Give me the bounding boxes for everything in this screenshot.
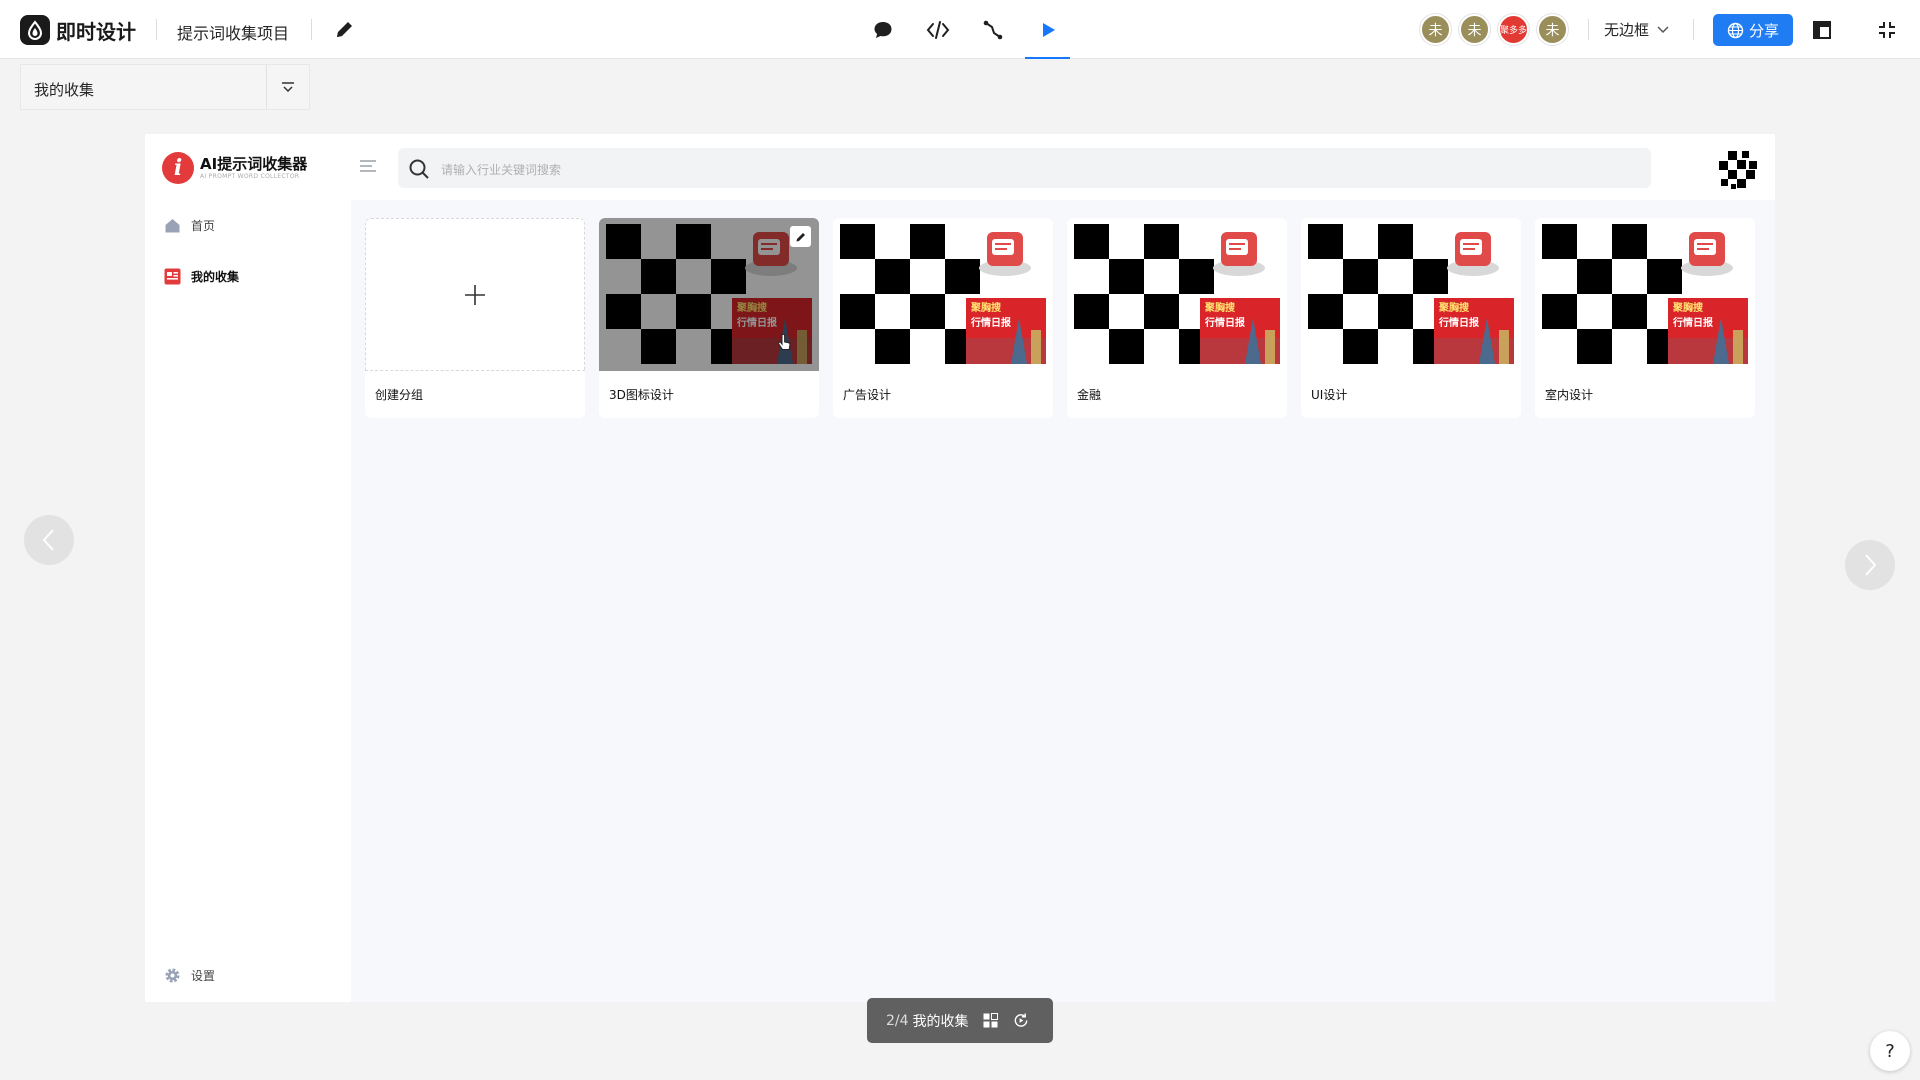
avatar[interactable]: 未 — [1537, 14, 1568, 45]
chevron-left-icon — [42, 529, 54, 551]
frame-mode-label: 无边框 — [1604, 21, 1650, 39]
top-toolbar: 即时设计 提示词收集项目 未 未 聚多多 未 无边框 分享 — [0, 0, 1920, 59]
dropdown-arrow-icon[interactable] — [281, 80, 295, 94]
brand-subtitle: AI PROMPT WORD COLLECTOR — [200, 173, 300, 180]
app-brand: i AI提示词收集器 AI PROMPT WORD COLLECTOR — [162, 152, 307, 184]
app-logo[interactable]: 即时设计 — [20, 15, 136, 45]
mode-tabs — [855, 0, 1075, 59]
nav-item-collection[interactable]: 我的收集 — [163, 267, 239, 285]
search-icon — [409, 159, 429, 179]
collaborator-avatars: 未 未 聚多多 未 — [1420, 14, 1576, 45]
svg-text:聚胸搜: 聚胸搜 — [1672, 301, 1704, 314]
help-label: ? — [1885, 1040, 1895, 1062]
plus-icon — [465, 284, 485, 305]
code-mode-icon[interactable] — [910, 0, 965, 59]
add-group-area[interactable] — [365, 218, 585, 371]
help-button[interactable]: ? — [1870, 1031, 1910, 1071]
page-title[interactable]: 我的收集 — [913, 1011, 969, 1031]
brand-title: AI提示词收集器 — [200, 155, 308, 173]
hand-cursor-icon — [778, 334, 791, 350]
svg-text:行情日报: 行情日报 — [1438, 316, 1479, 329]
prototype-frame: i AI提示词收集器 AI PROMPT WORD COLLECTOR 首页 我… — [145, 134, 1775, 1002]
divider — [156, 19, 157, 40]
card-thumbnail: 聚胸搜行情日报 — [1535, 218, 1755, 371]
info-logo-icon: i — [162, 152, 194, 184]
page-selector-label: 我的收集 — [34, 81, 95, 99]
collection-icon — [163, 267, 181, 285]
rename-pencil-icon[interactable] — [333, 19, 355, 41]
svg-text:行情日报: 行情日报 — [1204, 316, 1245, 329]
create-group-card[interactable]: 创建分组 — [365, 218, 585, 418]
preview-play-icon[interactable] — [1020, 0, 1075, 59]
collection-card[interactable]: 聚胸搜行情日报 室内设计 — [1535, 218, 1755, 418]
collection-grid: 创建分组 聚胸搜行情日报 3D图标设计 聚胸搜行情日报 广告设计 聚胸搜行情日报… — [365, 218, 1769, 418]
settings-item[interactable]: 设置 — [163, 966, 215, 984]
user-avatar-icon[interactable] — [1717, 149, 1759, 191]
avatar[interactable]: 未 — [1459, 14, 1490, 45]
app-sidebar: i AI提示词收集器 AI PROMPT WORD COLLECTOR 首页 我… — [145, 134, 351, 1002]
comment-mode-icon[interactable] — [855, 0, 910, 59]
share-label: 分享 — [1748, 21, 1779, 40]
page-navigator: 2/4 我的收集 — [867, 998, 1053, 1043]
share-button[interactable]: 分享 — [1713, 14, 1793, 46]
nav-label: 首页 — [191, 218, 216, 233]
previous-page-button[interactable] — [24, 515, 74, 565]
divider — [266, 65, 267, 109]
menu-toggle-icon[interactable] — [359, 158, 377, 176]
card-thumbnail: 聚胸搜行情日报 — [1301, 218, 1521, 371]
avatar[interactable]: 未 — [1420, 14, 1451, 45]
svg-text:聚胸搜: 聚胸搜 — [1438, 301, 1470, 314]
search-placeholder: 请输入行业关键词搜索 — [441, 163, 562, 177]
svg-text:聚胸搜: 聚胸搜 — [1204, 301, 1236, 314]
svg-text:行情日报: 行情日报 — [1672, 316, 1713, 329]
card-label: UI设计 — [1311, 388, 1348, 402]
globe-icon — [1727, 22, 1744, 38]
divider — [1588, 19, 1589, 40]
page-position: 2/4 — [886, 1012, 909, 1029]
divider — [1693, 19, 1694, 40]
layout-panel-icon[interactable] — [1812, 20, 1832, 40]
settings-label: 设置 — [191, 968, 216, 983]
edit-pencil-icon[interactable] — [790, 226, 811, 247]
card-label: 3D图标设计 — [609, 388, 674, 402]
collapse-fullscreen-icon[interactable] — [1877, 20, 1897, 40]
card-label: 室内设计 — [1545, 388, 1594, 402]
nav-label: 我的收集 — [191, 269, 240, 284]
chevron-right-icon — [1865, 554, 1877, 576]
frame-mode-dropdown[interactable]: 无边框 — [1604, 19, 1669, 40]
card-thumbnail: 聚胸搜行情日报 — [833, 218, 1053, 371]
project-name[interactable]: 提示词收集项目 — [177, 20, 289, 44]
grid-view-icon[interactable] — [983, 1013, 999, 1029]
next-page-button[interactable] — [1845, 540, 1895, 590]
collection-card[interactable]: 聚胸搜行情日报 3D图标设计 — [599, 218, 819, 418]
card-label: 广告设计 — [843, 388, 892, 402]
collection-card[interactable]: 聚胸搜行情日报 UI设计 — [1301, 218, 1521, 418]
replay-icon[interactable] — [1013, 1013, 1029, 1029]
page-selector[interactable]: 我的收集 — [20, 64, 310, 110]
nav-item-home[interactable]: 首页 — [163, 216, 215, 234]
card-label: 金融 — [1077, 388, 1102, 402]
avatar[interactable]: 聚多多 — [1498, 14, 1529, 45]
search-bar[interactable]: 请输入行业关键词搜索 — [398, 148, 1651, 188]
card-label: 创建分组 — [375, 388, 424, 402]
collection-card[interactable]: 聚胸搜行情日报 广告设计 — [833, 218, 1053, 418]
logo-icon — [20, 15, 50, 45]
app-name: 即时设计 — [56, 19, 136, 44]
collection-card[interactable]: 聚胸搜行情日报 金融 — [1067, 218, 1287, 418]
gear-icon — [163, 966, 181, 984]
divider — [311, 19, 312, 40]
svg-text:聚胸搜: 聚胸搜 — [970, 301, 1002, 314]
card-thumbnail: 聚胸搜行情日报 — [1067, 218, 1287, 371]
svg-text:行情日报: 行情日报 — [970, 316, 1011, 329]
chevron-down-icon — [1657, 25, 1669, 33]
prototype-link-icon[interactable] — [965, 0, 1020, 59]
home-icon — [163, 216, 181, 234]
